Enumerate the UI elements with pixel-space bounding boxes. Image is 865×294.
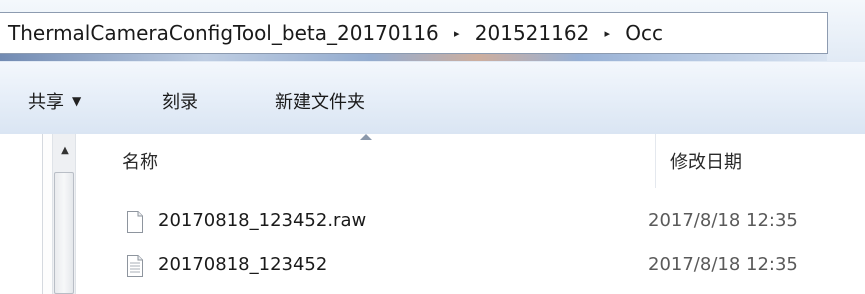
breadcrumb-separator-icon[interactable]: ▸	[591, 27, 623, 40]
share-label: 共享	[28, 92, 64, 113]
file-row[interactable]: 20170818_123452 2017/8/18 12:35	[120, 251, 860, 281]
breadcrumb-item-current[interactable]: Occ	[623, 21, 665, 45]
address-area: ThermalCameraConfigTool_beta_20170116 ▸ …	[0, 0, 865, 62]
chevron-down-icon: ▼	[72, 94, 82, 108]
command-toolbar: 共享 ▼ 刻录 新建文件夹	[0, 62, 865, 135]
column-header-name[interactable]: 名称	[122, 148, 158, 174]
burn-label: 刻录	[162, 92, 198, 113]
file-date-modified: 2017/8/18 12:35	[648, 254, 798, 275]
address-bar[interactable]: ThermalCameraConfigTool_beta_20170116 ▸ …	[0, 12, 828, 61]
breadcrumb-item-root[interactable]: ThermalCameraConfigTool_beta_20170116	[6, 21, 441, 45]
file-name: 20170818_123452	[158, 254, 328, 275]
breadcrumb: ThermalCameraConfigTool_beta_20170116 ▸ …	[6, 13, 665, 53]
blank-file-icon	[127, 211, 143, 233]
column-header-date-modified[interactable]: 修改日期	[670, 148, 742, 174]
file-list-area: ▲ 名称 修改日期 20170818_123452.raw 2017/8/18 …	[0, 134, 865, 294]
file-row[interactable]: 20170818_123452.raw 2017/8/18 12:35	[120, 207, 860, 237]
sort-ascending-icon	[360, 134, 372, 140]
text-file-icon	[127, 255, 143, 277]
column-divider[interactable]	[655, 134, 656, 188]
share-button[interactable]: 共享 ▼	[28, 88, 81, 114]
new-folder-label: 新建文件夹	[275, 92, 365, 113]
scroll-up-arrow-icon[interactable]: ▲	[55, 140, 75, 160]
scrollbar-thumb[interactable]	[54, 172, 74, 294]
navigation-scrollbar[interactable]: ▲	[52, 134, 76, 294]
new-folder-button[interactable]: 新建文件夹	[275, 88, 365, 114]
file-name: 20170818_123452.raw	[158, 210, 367, 231]
file-date-modified: 2017/8/18 12:35	[648, 210, 798, 231]
breadcrumb-separator-icon[interactable]: ▸	[441, 27, 473, 40]
breadcrumb-item-folder[interactable]: 201521162	[473, 21, 592, 45]
burn-button[interactable]: 刻录	[162, 88, 198, 114]
